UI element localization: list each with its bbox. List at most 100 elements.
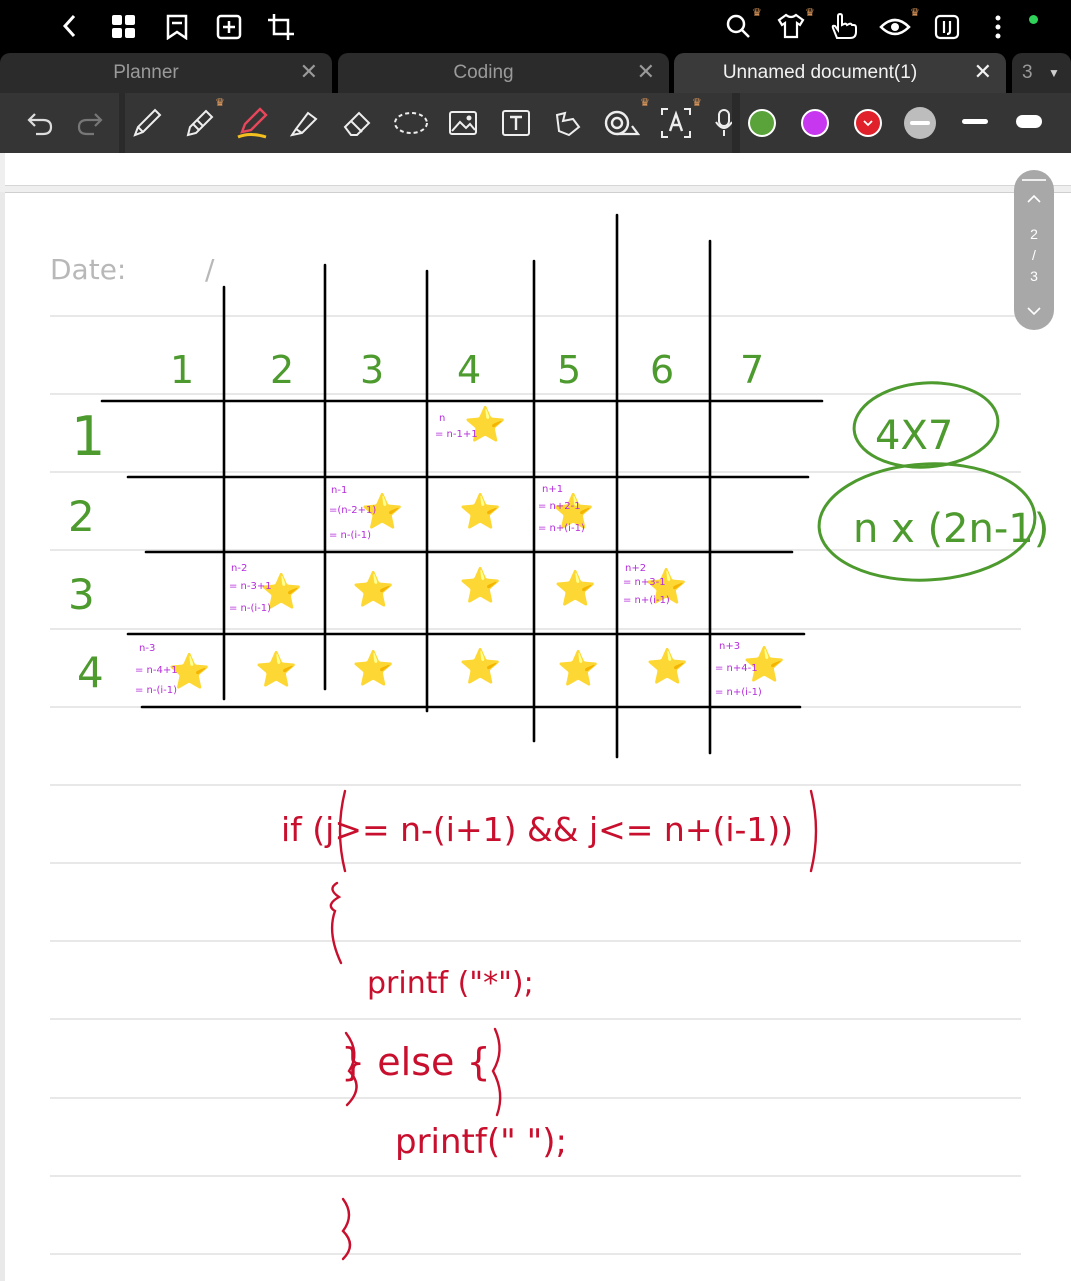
hand-gesture-icon[interactable]	[828, 10, 860, 42]
cell-note: = n+(i-1)	[623, 595, 670, 606]
tab-unnamed-document[interactable]: Unnamed document(1) ✕	[674, 53, 1006, 93]
handwritten-notes: Date: / 1 2 3 4 5 6 7 1 2 3 4 4X7 n x (2…	[50, 213, 1049, 1261]
previous-page-edge	[0, 153, 1071, 192]
text-recognition-icon[interactable]	[658, 105, 694, 141]
code-line: printf(" ");	[395, 1122, 567, 1162]
tshirt-icon[interactable]	[775, 10, 807, 42]
crop-icon[interactable]	[266, 12, 296, 42]
eye-icon[interactable]	[878, 12, 912, 42]
star-mark: ⭐	[459, 647, 501, 687]
grid-icon[interactable]	[108, 12, 140, 42]
date-label: Date:	[50, 253, 126, 286]
color-swatch-gray[interactable]	[904, 107, 936, 139]
pencil-icon[interactable]	[183, 105, 217, 141]
shapes-icon[interactable]	[551, 105, 585, 141]
total-pages: 3	[1030, 268, 1038, 284]
close-icon[interactable]: ✕	[974, 59, 992, 85]
current-page: 2	[1030, 226, 1038, 242]
fountain-pen-icon[interactable]	[130, 105, 164, 141]
cell-note: = n-(i-1)	[229, 603, 271, 614]
column-header: 5	[557, 348, 581, 392]
search-icon[interactable]	[723, 10, 753, 42]
close-icon[interactable]: ✕	[300, 59, 318, 85]
add-page-icon[interactable]	[214, 12, 244, 42]
tab-label: Planner	[113, 62, 179, 83]
star-mark: ⭐	[352, 570, 394, 610]
tab-overflow-count[interactable]: 3 ▼	[1012, 53, 1071, 93]
color-swatch-green[interactable]	[748, 109, 776, 137]
column-header: 6	[650, 348, 674, 392]
column-header: 7	[740, 348, 764, 392]
cell-note: = n-3+1	[229, 581, 272, 592]
row-header: 3	[68, 570, 95, 619]
toolbar-divider	[732, 93, 740, 153]
code-line: if (j>= n-(i+1) && j<= n+(i-1))	[281, 810, 793, 849]
star-mark: ⭐	[459, 492, 501, 532]
chevron-down-icon: ▼	[1048, 66, 1060, 80]
cell-note: = n+(i-1)	[715, 687, 762, 698]
code-brackets	[329, 789, 818, 1261]
marker-pen-icon[interactable]	[236, 105, 270, 141]
cell-note: = n-(i-1)	[135, 685, 177, 696]
back-icon[interactable]	[55, 10, 85, 42]
cell-note: n+2	[625, 563, 646, 574]
chevron-up-icon[interactable]	[1027, 194, 1041, 204]
tab-label: Coding	[453, 62, 514, 83]
cell-note: = n-4+1	[135, 665, 178, 676]
eraser-icon[interactable]	[340, 105, 374, 141]
notebook-page[interactable]: Date: / 1 2 3 4 5 6 7 1 2 3 4 4X7 n x (2…	[5, 192, 1071, 1281]
column-header: 1	[170, 348, 194, 392]
undo-icon[interactable]	[24, 107, 56, 139]
more-icon[interactable]	[988, 12, 1008, 42]
code-line: printf ("*");	[367, 966, 534, 1001]
tab-label: Unnamed document(1)	[722, 62, 918, 83]
code-line: } else {	[341, 1040, 491, 1084]
cell-note: n-3	[139, 643, 155, 654]
text-box-icon[interactable]	[499, 105, 533, 141]
cell-note: = n-1+1	[435, 429, 478, 440]
highlighter-icon[interactable]	[287, 105, 321, 141]
star-mark: ⭐	[459, 566, 501, 606]
tab-count: 3	[1022, 62, 1033, 83]
bookmark-icon[interactable]	[162, 12, 192, 42]
microphone-icon[interactable]	[714, 105, 734, 141]
cell-note: = n+2-1	[538, 501, 581, 512]
color-swatch-purple[interactable]	[801, 109, 829, 137]
cell-note: =(n-2+1)	[329, 505, 376, 516]
tab-planner[interactable]: Planner ✕	[0, 53, 332, 93]
ij-icon[interactable]	[932, 12, 962, 42]
tape-icon[interactable]	[603, 105, 641, 141]
star-mark: ⭐	[255, 650, 297, 690]
stroke-thin-option[interactable]	[962, 119, 988, 124]
stroke-thick-option[interactable]	[1016, 115, 1042, 128]
color-swatch-red-selected[interactable]	[854, 109, 882, 137]
top-app-bar: ♛ ♛ ♛	[0, 0, 1071, 52]
toolbar-divider	[119, 93, 125, 153]
size-formula: n x (2n-1)	[853, 506, 1049, 552]
image-icon[interactable]	[446, 105, 480, 141]
row-header: 4	[77, 648, 104, 697]
redo-icon[interactable]	[74, 107, 106, 139]
column-header: 4	[457, 348, 481, 392]
star-mark: ⭐	[557, 649, 599, 689]
star-mark: ⭐	[352, 649, 394, 689]
chevron-down-icon	[863, 120, 873, 127]
tab-coding[interactable]: Coding ✕	[338, 53, 669, 93]
close-icon[interactable]: ✕	[637, 59, 655, 85]
chevron-down-icon[interactable]	[1027, 306, 1041, 316]
status-dot	[1029, 15, 1038, 24]
size-label: 4X7	[875, 413, 953, 459]
column-header: 2	[270, 348, 294, 392]
cell-note: = n+(i-1)	[538, 523, 585, 534]
star-mark: ⭐	[646, 647, 688, 687]
star-mark: ⭐	[554, 569, 596, 609]
page-scroller[interactable]: 2 / 3	[1014, 170, 1054, 330]
tool-toolbar: ♛ ♛ ♛	[0, 93, 1071, 153]
cell-note: n-1	[331, 485, 347, 496]
row-header: 2	[68, 492, 95, 541]
cell-note: n+3	[719, 641, 740, 652]
row-header: 1	[71, 405, 105, 468]
column-header: 3	[360, 348, 384, 392]
lasso-icon[interactable]	[392, 105, 430, 141]
cell-note: n	[439, 413, 445, 424]
